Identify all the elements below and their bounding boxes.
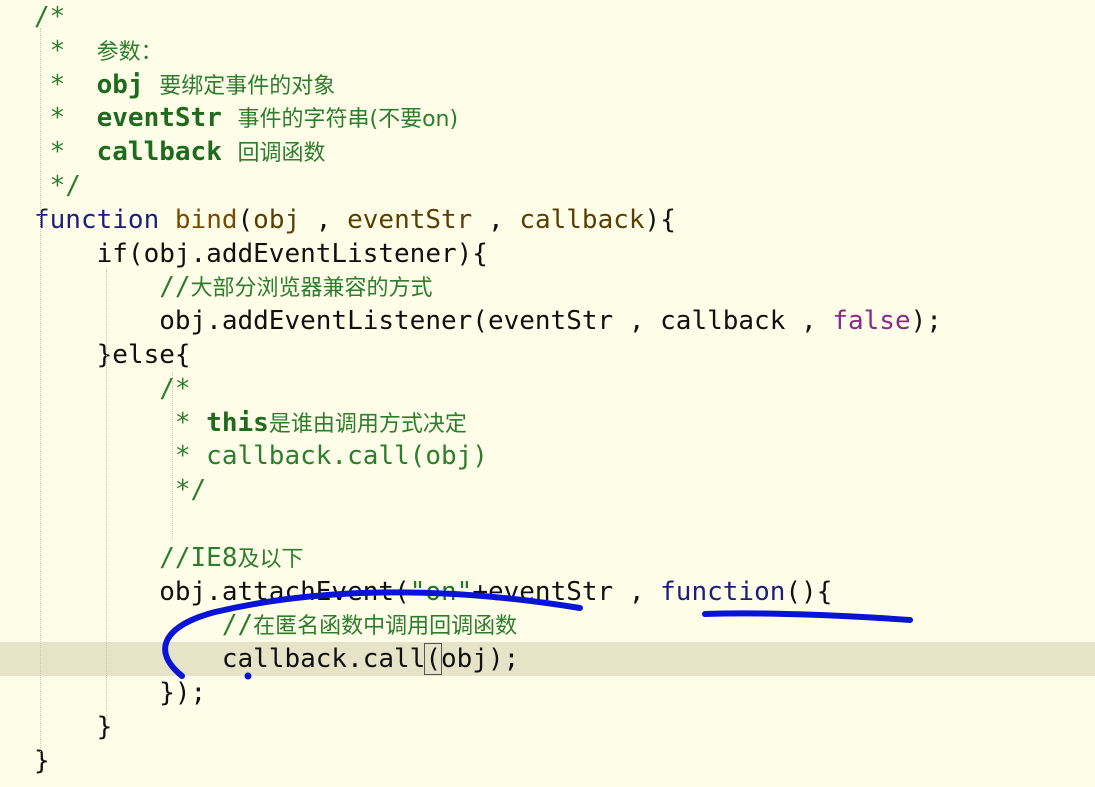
indent-guide <box>40 28 41 760</box>
code-line[interactable]: * callback.call(obj) <box>0 439 1095 473</box>
code-token: obj.attachEvent( <box>34 576 410 607</box>
code-token: eventStr <box>347 204 473 235</box>
code-token: , <box>472 204 520 235</box>
code-token: , <box>300 204 348 235</box>
code-token: 是谁由调用方式决定 <box>268 411 467 437</box>
code-token: /* <box>34 2 66 32</box>
code-token: * <box>34 35 97 66</box>
code-token: // <box>34 610 254 641</box>
code-line[interactable]: * callback 回调函数 <box>0 135 1095 169</box>
code-token: function <box>660 576 786 607</box>
code-token: 在匿名函数中调用回调函数 <box>253 614 518 640</box>
code-token: (){ <box>785 576 833 607</box>
code-line[interactable]: obj.addEventListener(eventStr , callback… <box>0 304 1095 338</box>
code-token: }else{ <box>34 340 191 370</box>
code-token: 参数： <box>96 39 163 65</box>
code-line[interactable]: //IE8及以下 <box>0 541 1095 575</box>
code-token: ); <box>910 306 942 337</box>
code-token: //IE8 <box>34 542 238 573</box>
code-token: // <box>34 272 191 303</box>
code-line[interactable] <box>0 507 1095 541</box>
code-token: /* <box>34 373 191 404</box>
code-token: ){ <box>644 204 676 235</box>
code-token: obj.addEventListener(eventStr , callback… <box>34 306 833 337</box>
code-token: */ <box>34 171 81 201</box>
code-token: 要绑定事件的对象 <box>159 73 336 99</box>
code-line[interactable]: if(obj.addEventListener){ <box>0 237 1095 271</box>
code-line[interactable]: } <box>0 710 1095 744</box>
code-token: if(obj.addEventListener){ <box>34 238 488 269</box>
code-line[interactable]: * 参数： <box>0 34 1095 68</box>
code-line[interactable]: } <box>0 744 1095 778</box>
code-line[interactable]: }else{ <box>0 338 1095 372</box>
code-token: false <box>832 306 911 337</box>
code-token: 事件的字符串(不要on) <box>237 107 459 133</box>
code-token: callback <box>519 204 645 235</box>
current-code-line[interactable]: callback.call(obj); <box>0 642 1095 677</box>
code-token: * <box>34 103 97 134</box>
code-token: function <box>34 204 175 235</box>
code-token: ( <box>237 204 254 235</box>
code-token: ( <box>424 643 442 676</box>
code-token: * <box>34 407 207 438</box>
code-token: obj <box>253 204 301 235</box>
code-line[interactable]: function bind(obj , eventStr , callback)… <box>0 203 1095 237</box>
code-token: 大部分浏览器兼容的方式 <box>190 276 433 302</box>
code-line[interactable]: /* <box>0 372 1095 406</box>
code-token: obj <box>96 69 160 100</box>
code-token: } <box>34 745 50 776</box>
code-token: bind <box>174 204 238 235</box>
code-line[interactable]: /* <box>0 0 1095 34</box>
code-line[interactable]: * this是谁由调用方式决定 <box>0 406 1095 440</box>
code-token: this <box>206 407 269 438</box>
code-token: * <box>34 137 97 168</box>
code-line[interactable]: * eventStr 事件的字符串(不要on) <box>0 101 1095 135</box>
code-token: 回调函数 <box>237 141 326 167</box>
code-line[interactable]: */ <box>0 169 1095 203</box>
code-token: * <box>34 69 97 100</box>
code-token: * callback.call(obj) <box>34 441 488 472</box>
code-token: 及以下 <box>237 546 304 572</box>
code-line[interactable]: */ <box>0 473 1095 507</box>
code-editor[interactable]: /* * 参数： * obj 要绑定事件的对象 * eventStr 事件的字符… <box>0 0 1095 787</box>
code-line[interactable]: obj.attachEvent("on"+eventStr , function… <box>0 575 1095 609</box>
code-token: callback <box>96 137 238 168</box>
code-token: callback.call <box>34 644 426 675</box>
code-token: obj); <box>441 644 520 675</box>
code-token: */ <box>34 475 207 506</box>
code-line[interactable]: }); <box>0 676 1095 710</box>
code-token: } <box>34 711 113 742</box>
indent-guide <box>106 270 107 720</box>
code-token: +eventStr , <box>472 576 661 607</box>
indent-guide <box>172 372 173 540</box>
code-line[interactable]: * obj 要绑定事件的对象 <box>0 68 1095 102</box>
code-line[interactable]: //大部分浏览器兼容的方式 <box>0 270 1095 304</box>
code-token: eventStr <box>96 103 238 134</box>
code-token: }); <box>34 678 207 708</box>
code-token: "on" <box>409 576 473 607</box>
code-line[interactable]: //在匿名函数中调用回调函数 <box>0 608 1095 642</box>
